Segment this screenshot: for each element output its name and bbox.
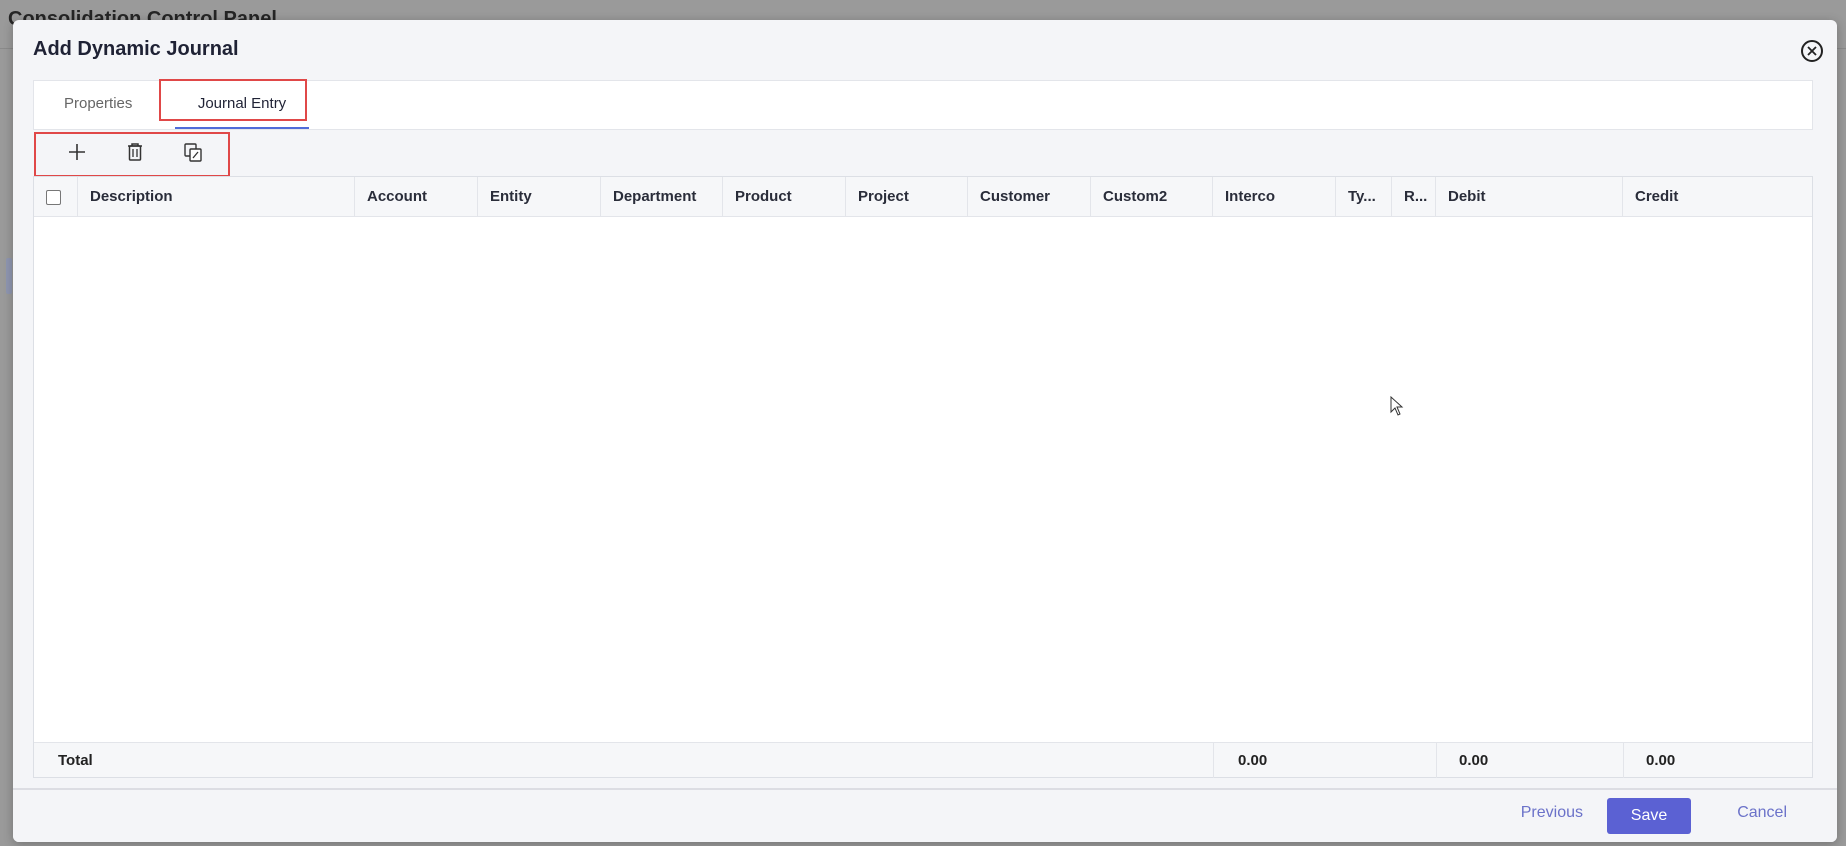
close-icon bbox=[1807, 46, 1817, 56]
grid-header-row: Description Account Entity Department Pr… bbox=[34, 177, 1812, 217]
delete-row-button[interactable] bbox=[106, 132, 164, 172]
grid-toolbar bbox=[48, 132, 222, 172]
column-header-product[interactable]: Product bbox=[723, 177, 846, 217]
copy-row-button[interactable] bbox=[164, 132, 222, 172]
debit-total: 0.00 bbox=[1459, 752, 1489, 769]
footer-divider bbox=[1623, 743, 1624, 778]
column-header-debit[interactable]: Debit bbox=[1436, 177, 1623, 217]
tab-properties[interactable]: Properties bbox=[64, 81, 132, 129]
trash-icon bbox=[128, 143, 142, 161]
grid-body[interactable] bbox=[34, 217, 1812, 744]
dialog-title: Add Dynamic Journal bbox=[33, 38, 239, 60]
close-button[interactable] bbox=[1801, 40, 1823, 62]
tab-bar: Properties Journal Entry bbox=[33, 80, 1813, 130]
add-row-button[interactable] bbox=[48, 132, 106, 172]
cancel-button[interactable]: Cancel bbox=[1737, 804, 1787, 822]
column-header-credit[interactable]: Credit bbox=[1623, 177, 1814, 217]
footer-divider bbox=[1436, 743, 1437, 778]
column-header-custom2[interactable]: Custom2 bbox=[1091, 177, 1213, 217]
mouse-pointer-icon bbox=[1390, 396, 1404, 416]
column-header-description[interactable]: Description bbox=[78, 177, 355, 217]
column-header-entity[interactable]: Entity bbox=[478, 177, 601, 217]
column-header-type[interactable]: Ty... bbox=[1336, 177, 1392, 217]
column-header-customer[interactable]: Customer bbox=[968, 177, 1091, 217]
credit-total: 0.00 bbox=[1646, 752, 1676, 769]
footer-divider bbox=[1213, 743, 1214, 778]
total-label: Total bbox=[58, 752, 93, 769]
previous-button[interactable]: Previous bbox=[1521, 804, 1583, 822]
dialog-footer: Previous Save Cancel bbox=[13, 788, 1837, 842]
select-all-checkbox[interactable] bbox=[46, 190, 61, 205]
plus-icon bbox=[69, 144, 85, 160]
column-header-project[interactable]: Project bbox=[846, 177, 968, 217]
column-header-account[interactable]: Account bbox=[355, 177, 478, 217]
tab-journal-entry[interactable]: Journal Entry bbox=[175, 81, 309, 129]
background-sidebar-accent bbox=[6, 258, 12, 294]
grid-total-row: Total 0.00 0.00 0.00 bbox=[34, 742, 1812, 778]
journal-entry-grid: Description Account Entity Department Pr… bbox=[33, 176, 1813, 778]
save-button[interactable]: Save bbox=[1607, 798, 1691, 834]
copy-icon bbox=[184, 143, 202, 162]
interco-total: 0.00 bbox=[1238, 752, 1268, 769]
column-header-department[interactable]: Department bbox=[601, 177, 723, 217]
column-header-interco[interactable]: Interco bbox=[1213, 177, 1336, 217]
select-column-header bbox=[34, 177, 78, 217]
add-dynamic-journal-dialog: Add Dynamic Journal Properties Journal E… bbox=[13, 20, 1837, 842]
column-header-r[interactable]: R... bbox=[1392, 177, 1436, 217]
